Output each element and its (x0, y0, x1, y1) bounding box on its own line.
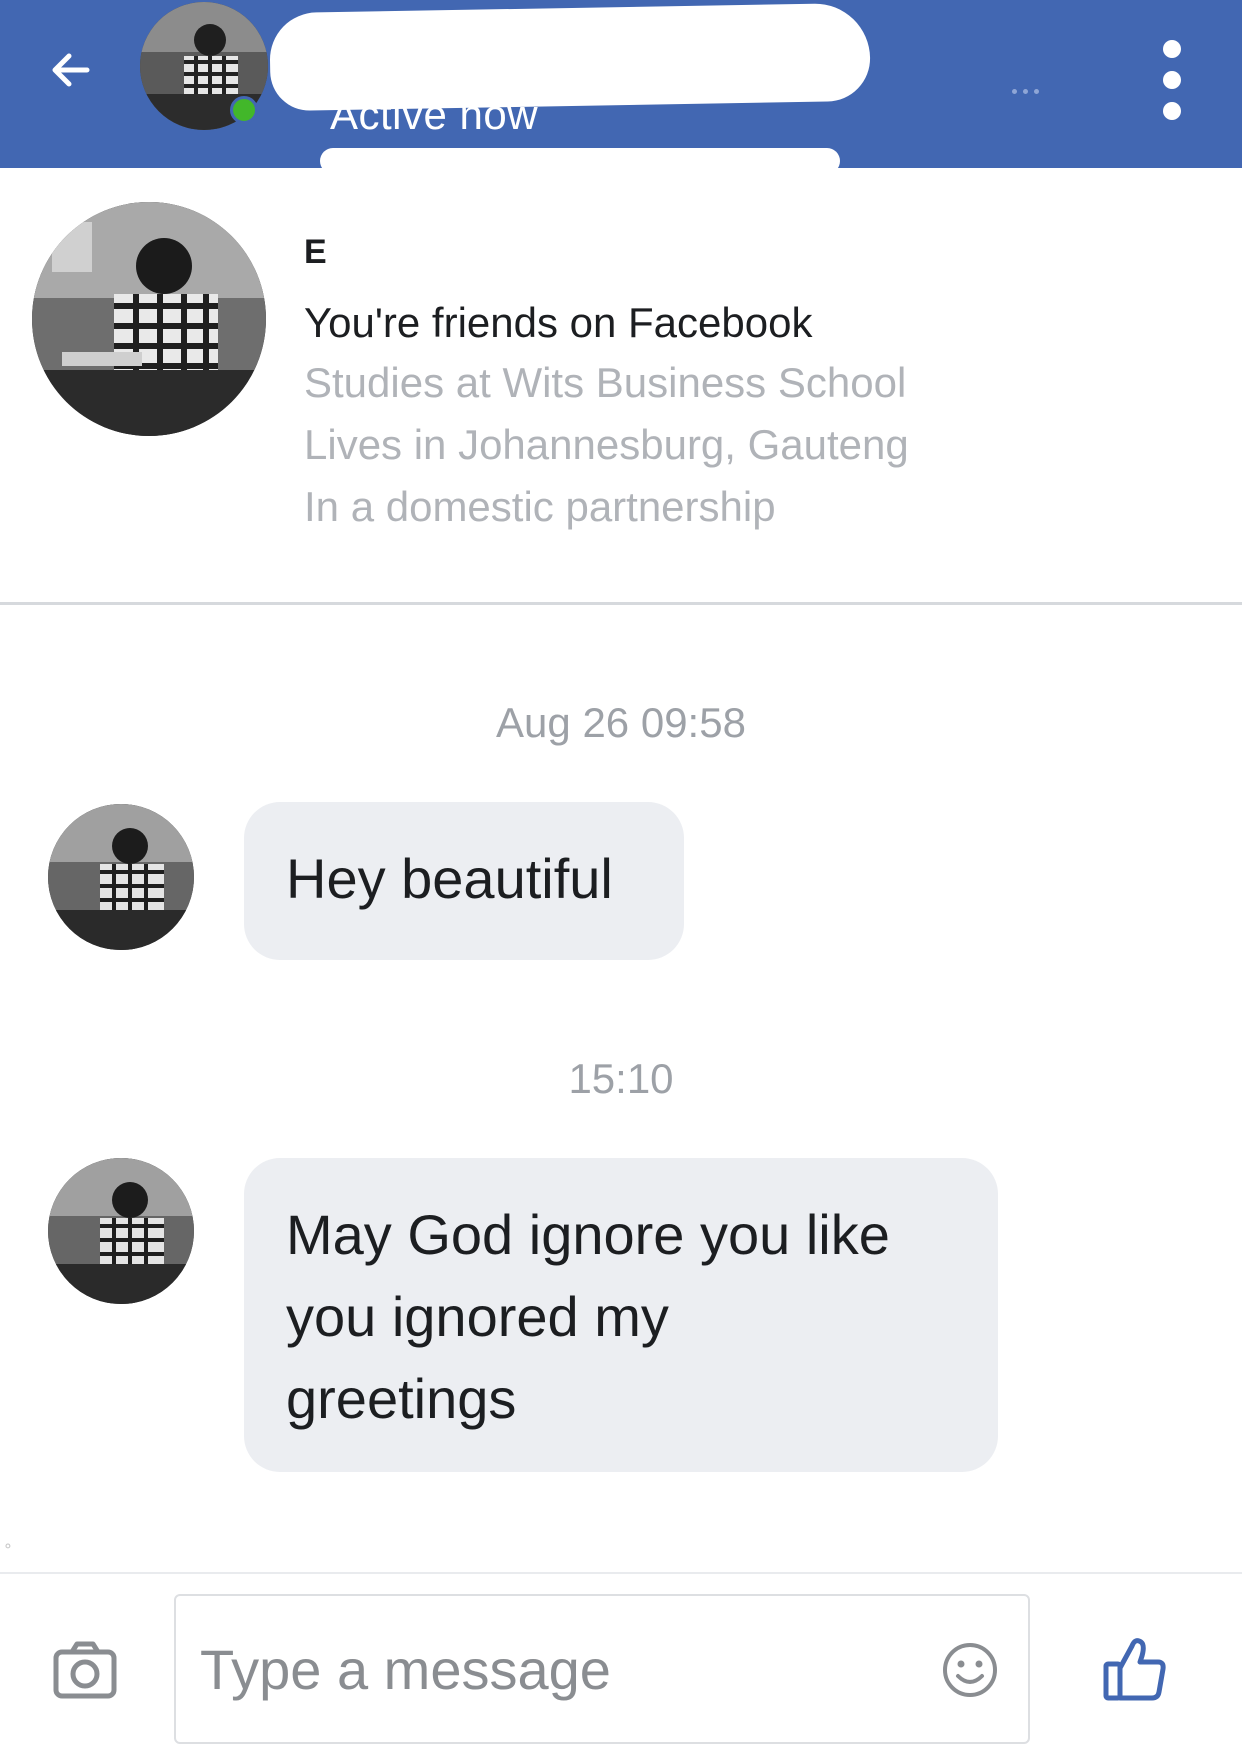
message-bubble[interactable]: Hey beautiful (244, 802, 684, 960)
message-text-line: you ignored my (286, 1285, 669, 1348)
message-bubble[interactable]: May God ignore you like you ignored my g… (244, 1158, 998, 1472)
section-divider (0, 602, 1242, 605)
message-text-line: greetings (286, 1367, 517, 1430)
arrow-left-icon (52, 53, 90, 87)
profile-avatar[interactable] (32, 202, 266, 436)
message-text-line: May God ignore you like (286, 1203, 890, 1266)
header-redaction (320, 148, 840, 174)
message-input[interactable] (174, 1594, 1030, 1744)
back-button[interactable] (40, 40, 100, 100)
friends-status: You're friends on Facebook (304, 299, 813, 346)
active-status: Active now (330, 91, 539, 138)
corner-mark-icon: ⚬ (2, 1538, 14, 1554)
emoji-button[interactable] (940, 1640, 1000, 1700)
profile-name: E (304, 233, 327, 271)
profile-location: Lives in Johannesburg, Gauteng (304, 421, 909, 468)
more-vertical-icon (1163, 40, 1181, 58)
camera-button[interactable] (52, 1640, 118, 1702)
messenger-chat-screen: Active now E You're friends on Facebook … (0, 0, 1242, 1764)
camera-icon (53, 1641, 117, 1699)
profile-education: Studies at Wits Business School (304, 359, 907, 406)
faint-dots-icon (1012, 86, 1052, 96)
more-options-button[interactable] (1150, 40, 1194, 120)
sender-avatar-image (48, 804, 194, 950)
profile-relationship: In a domestic partnership (304, 483, 776, 530)
emoji-icon (943, 1643, 997, 1697)
online-indicator (230, 96, 258, 124)
composer-divider (0, 1572, 1242, 1574)
message-timestamp: Aug 26 09:58 (496, 699, 746, 746)
sender-avatar[interactable] (48, 1158, 194, 1304)
profile-avatar-image (32, 202, 266, 436)
chat-header: Active now (0, 0, 1242, 174)
sender-avatar[interactable] (48, 804, 194, 950)
sender-avatar-image (48, 1158, 194, 1304)
message-timestamp: 15:10 (568, 1055, 674, 1102)
message-text: Hey beautiful (286, 847, 613, 910)
thumbs-up-icon (1103, 1638, 1166, 1701)
like-button[interactable] (1100, 1632, 1170, 1704)
